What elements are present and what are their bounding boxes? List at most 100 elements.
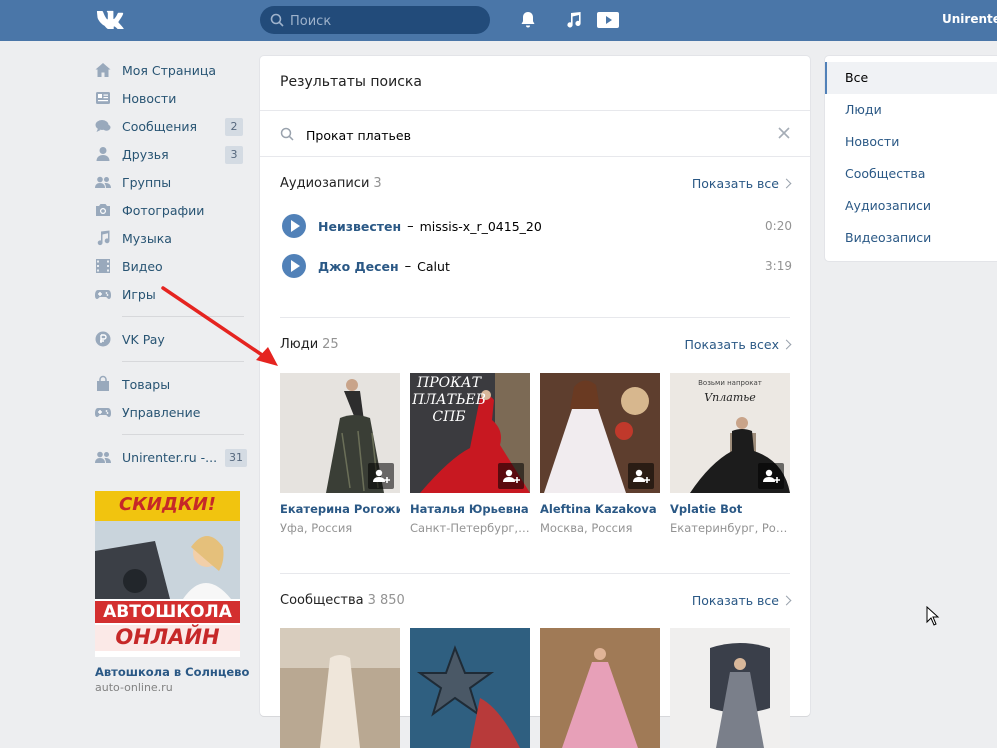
sidebar-ad[interactable]: СКИДКИ! АВТОШКОЛА ОНЛАЙН Автошкола в Сол… [95,491,249,694]
section-count: 25 [322,337,339,352]
person-card[interactable]: Возьми напрокат Vплатье Vplatie Bot Екат… [670,373,790,535]
groups-section-heading: Сообщества 3 850 [280,593,405,608]
vk-logo-icon[interactable] [95,9,129,29]
group-badge: 31 [225,449,247,467]
play-button[interactable] [282,254,306,278]
sidebar-item-messages[interactable]: Сообщения 2 [90,112,250,140]
sidebar-item-news[interactable]: Новости [90,84,250,112]
sidebar-item-video[interactable]: Видео [90,252,250,280]
track-duration: 3:19 [765,259,792,273]
unread-badge: 2 [225,118,243,136]
group-icon [95,451,111,463]
news-icon [96,92,110,104]
ruble-icon [95,331,111,347]
chevron-right-icon [781,178,792,189]
group-photo-art [280,628,400,748]
group-photo-art [670,628,790,748]
sidebar-item-goods[interactable]: Товары [90,370,250,398]
add-friend-button[interactable] [368,463,394,489]
divider [260,110,810,111]
track-artist[interactable]: Неизвестен [318,219,401,234]
filter-all[interactable]: Все [825,62,997,94]
add-friend-button[interactable] [628,463,654,489]
person-card[interactable]: Екатерина Рогожина Уфа, Россия [280,373,400,535]
divider [280,573,790,574]
sidebar-item-games[interactable]: Игры [90,280,250,308]
group-photo[interactable] [540,628,660,748]
person-photo[interactable] [540,373,660,493]
filter-audio[interactable]: Аудиозаписи [825,190,997,222]
person-name[interactable]: Екатерина Рогожина [280,502,400,516]
audio-track[interactable]: Неизвестен – missis-x_r_0415_20 0:20 [282,212,792,240]
person-icon [96,147,110,161]
person-city: Уфа, Россия [280,521,353,535]
section-title: Люди [280,337,319,352]
header-search-input[interactable] [288,6,482,36]
sidebar-item-music[interactable]: Музыка [90,224,250,252]
audio-track[interactable]: Джо Десен – Calut 3:19 [282,252,792,280]
sidebar-item-vk-pay[interactable]: VK Pay [90,325,250,353]
sidebar-item-label: VK Pay [122,331,165,347]
mouse-cursor-icon [926,606,940,626]
sidebar-item-unirenter-group[interactable]: Unirenter.ru -... 31 [90,443,250,471]
group-photo[interactable] [670,628,790,748]
filter-communities[interactable]: Сообщества [825,158,997,190]
photo-caption-top: Возьми напрокат [698,379,762,387]
top-bar: Unirenter [0,0,997,41]
filter-people[interactable]: Люди [825,94,997,126]
sidebar-item-groups[interactable]: Группы [90,168,250,196]
show-all-label: Показать всех [684,337,779,352]
search-query-input[interactable] [304,122,758,148]
search-filters-panel: Все Люди Новости Сообщества Аудиозаписи … [825,56,997,261]
group-photo[interactable] [280,628,400,748]
track-artist[interactable]: Джо Десен [318,259,399,274]
group-icon [95,176,111,188]
photo-caption-script: Vплатье [704,391,756,404]
sidebar-item-photos[interactable]: Фотографии [90,196,250,224]
person-card[interactable]: Aleftina Kazakova Москва, Россия [540,373,660,535]
filter-video[interactable]: Видеозаписи [825,222,997,254]
sidebar-item-friends[interactable]: Друзья 3 [90,140,250,168]
chevron-right-icon [781,595,792,606]
filter-news[interactable]: Новости [825,126,997,158]
person-photo[interactable]: ПРОКАТ ПЛАТЬЕВ СПБ [410,373,530,493]
ad-title[interactable]: Автошкола в Солнцево [95,665,249,679]
section-count: 3 850 [367,593,405,608]
show-all-label: Показать все [691,593,779,608]
track-title[interactable]: missis-x_r_0415_20 [420,219,542,234]
play-button[interactable] [282,214,306,238]
music-note-icon[interactable] [563,10,583,30]
sidebar-item-label: Видео [122,258,163,274]
group-photo-art [410,628,530,748]
add-user-icon [503,469,520,483]
ad-banner-image[interactable]: СКИДКИ! АВТОШКОЛА ОНЛАЙН [95,491,240,657]
person-name[interactable]: Aleftina Kazakova [540,502,660,516]
sidebar-item-label: Товары [122,376,171,392]
groups-show-all-link[interactable]: Показать все [691,593,792,608]
gamepad-icon [95,290,111,299]
camera-icon [96,204,110,216]
chevron-right-icon [781,339,792,350]
group-photo-art [540,628,660,748]
people-show-all-link[interactable]: Показать всех [684,337,792,352]
person-photo[interactable] [280,373,400,493]
person-name[interactable]: Наталья Юрьевна [410,502,530,516]
add-friend-button[interactable] [758,463,784,489]
sidebar-item-management[interactable]: Управление [90,398,250,426]
audio-show-all-link[interactable]: Показать все [692,176,792,191]
sidebar-divider [122,434,244,435]
header-search[interactable] [260,6,490,36]
group-photo[interactable] [410,628,530,748]
track-title[interactable]: Calut [417,259,450,274]
play-icon[interactable] [596,10,620,30]
close-icon[interactable] [778,127,790,139]
sidebar-item-my-page[interactable]: Моя Страница [90,56,250,84]
bell-icon[interactable] [518,10,538,30]
chat-bubbles-icon [95,120,111,132]
search-icon [280,127,294,141]
user-name[interactable]: Unirenter [942,12,997,26]
person-photo[interactable]: Возьми напрокат Vплатье [670,373,790,493]
person-name[interactable]: Vplatie Bot [670,502,790,516]
person-card[interactable]: ПРОКАТ ПЛАТЬЕВ СПБ Наталья Юрьевна Санкт… [410,373,530,535]
add-friend-button[interactable] [498,463,524,489]
